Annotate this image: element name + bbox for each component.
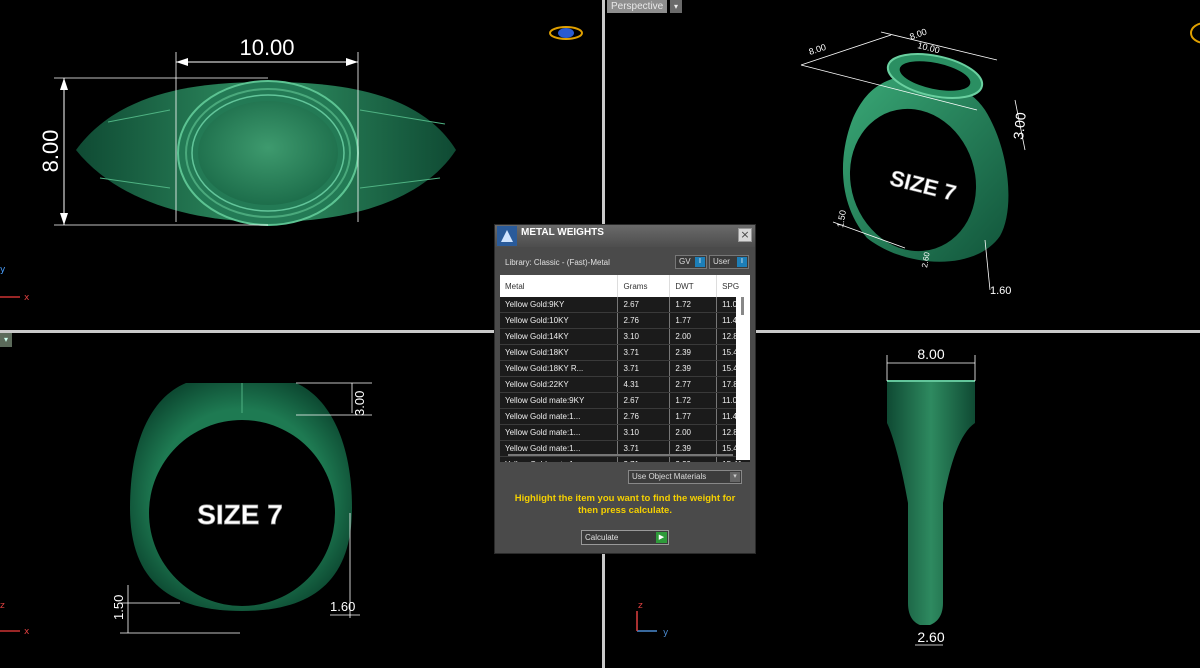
cell-dwt: 2.39 [669,360,718,377]
viewport-label-perspective[interactable]: Perspective [607,0,668,13]
materials-dropdown-value: Use Object Materials [632,472,707,481]
table-row[interactable]: Yellow Gold:9KY 2.67 1.72 11.08 [500,297,750,313]
col-header-dwt[interactable]: DWT [669,275,718,297]
table-row[interactable]: Yellow Gold:18KY R... 3.71 2.39 15.41 [500,360,750,377]
cell-metal: Yellow Gold:18KY [500,344,619,361]
table-row[interactable]: Yellow Gold:14KY 3.10 2.00 12.88 [500,328,750,345]
axis-y-label-side: y [663,628,669,638]
viewport-menu-icon-front[interactable]: ▾ [0,333,12,347]
cell-dwt: 2.39 [669,344,718,361]
cell-metal: Yellow Gold:9KY [500,297,619,313]
viewport-menu-icon[interactable]: ▾ [670,0,682,13]
cell-dwt: 2.39 [669,456,718,462]
table-row[interactable]: Yellow Gold mate:1...3.712.3915.41 [500,456,750,462]
cell-dwt: 2.77 [669,376,718,393]
play-icon: ▶ [656,532,667,543]
gv-toggle[interactable]: GV I [675,255,707,269]
dim-front-top: 3.00 [352,391,367,416]
close-button[interactable]: × [738,228,752,242]
cell-grams: 3.10 [617,328,671,345]
cell-metal: Yellow Gold mate:1... [500,408,619,425]
view-cube-icon[interactable] [549,26,583,40]
calculate-button[interactable]: Calculate ▶ [581,530,669,545]
cell-grams: 2.67 [617,392,671,409]
cell-metal: Yellow Gold mate:9KY [500,392,619,409]
table-row[interactable]: Yellow Gold mate:9KY 2.67 1.72 11.08 [500,392,750,409]
dim-persp-7: 2.60 [920,251,932,268]
cell-dwt: 1.72 [669,297,718,313]
gv-toggle-icon[interactable]: I [695,257,705,267]
engraving-text-front: SIZE 7 [197,499,283,530]
col-header-metal[interactable]: Metal [500,275,619,297]
cell-grams: 3.10 [617,424,671,441]
col-header-grams[interactable]: Grams [617,275,671,297]
instruction-text: Highlight the item you want to find the … [514,493,736,516]
ring-side-profile [887,381,975,625]
cell-metal: Yellow Gold:22KY [500,376,619,393]
dim-persp-4: 3.00 [1010,111,1029,140]
cell-grams: 3.71 [617,456,671,462]
col-header-spg[interactable]: SPG [716,275,750,297]
signet-face [198,101,338,205]
table-vertical-scrollbar[interactable] [736,295,750,460]
axis-y-label: y [0,265,6,275]
calculate-label: Calculate [585,533,619,542]
dim-persp-1: 8.00 [808,42,828,57]
cell-metal: Yellow Gold:10KY [500,312,619,329]
axis-z-label-front: z [0,601,5,611]
cell-grams: 2.76 [617,408,671,425]
table-horizontal-scrollbar[interactable] [508,454,733,456]
cell-metal: Yellow Gold mate:1... [500,424,619,441]
dim-persp-5: 1.50 [835,209,848,228]
dialog-title-bar[interactable]: METAL WEIGHTS × [495,225,755,247]
metal-weights-icon [497,226,517,246]
cell-dwt: 1.77 [669,312,718,329]
dim-height-label: 8.00 [38,130,63,173]
gv-toggle-label: GV [679,257,691,266]
cell-grams: 4.31 [617,376,671,393]
scrollbar-thumb[interactable] [741,297,744,315]
view-cube-icon-right[interactable] [1190,22,1200,44]
dim-width-label: 10.00 [239,35,294,60]
dim-side-bottom: 2.60 [917,629,944,645]
dim-front-bottom-right: 1.60 [330,599,355,614]
cell-dwt: 1.77 [669,408,718,425]
dim-front-bottom-left: 1.50 [111,595,126,620]
library-label: Library: Classic - (Fast)-Metal [505,258,610,267]
table-row[interactable]: Yellow Gold:18KY 3.71 2.39 15.41 [500,344,750,361]
cell-metal: Yellow Gold:14KY [500,328,619,345]
user-toggle-icon[interactable]: I [737,257,747,267]
table-row[interactable]: Yellow Gold mate:1... 3.10 2.00 12.88 [500,424,750,441]
axis-x-label-front: x [24,627,30,637]
cell-grams: 3.71 [617,344,671,361]
dim-side-top: 8.00 [917,346,944,362]
table-row[interactable]: Yellow Gold mate:1... 2.76 1.77 11.45 [500,408,750,425]
cell-dwt: 2.00 [669,328,718,345]
table-row[interactable]: Yellow Gold:22KY 4.31 2.77 17.89 [500,376,750,393]
dim-persp-6: 1.60 [990,285,1011,297]
metal-table[interactable]: Metal Grams DWT SPG Yellow Gold:9KY 2.67 1… [500,275,750,462]
user-toggle[interactable]: User I [709,255,749,269]
cell-metal: Yellow Gold:18KY R... [500,360,619,377]
cell-grams: 3.71 [617,360,671,377]
cell-dwt: 1.72 [669,392,718,409]
materials-dropdown[interactable]: Use Object Materials ▾ [628,470,742,484]
cell-grams: 2.67 [617,297,671,313]
axis-x-label: x [24,293,30,303]
dialog-title: METAL WEIGHTS [521,227,604,238]
table-header: Metal Grams DWT SPG [500,275,750,297]
cell-metal: Yellow Gold mate:1... [500,456,619,462]
table-row[interactable]: Yellow Gold:10KY 2.76 1.77 11.45 [500,312,750,329]
metal-weights-table: Metal Grams DWT SPG Yellow Gold:9KY 2.67 1… [500,275,750,462]
user-toggle-label: User [713,257,730,266]
dropdown-arrow-icon[interactable]: ▾ [730,472,740,482]
metal-weights-dialog: METAL WEIGHTS × Library: Classic - (Fast… [494,224,756,554]
cell-dwt: 2.00 [669,424,718,441]
axis-z-label-side: z [638,601,643,611]
cell-grams: 2.76 [617,312,671,329]
